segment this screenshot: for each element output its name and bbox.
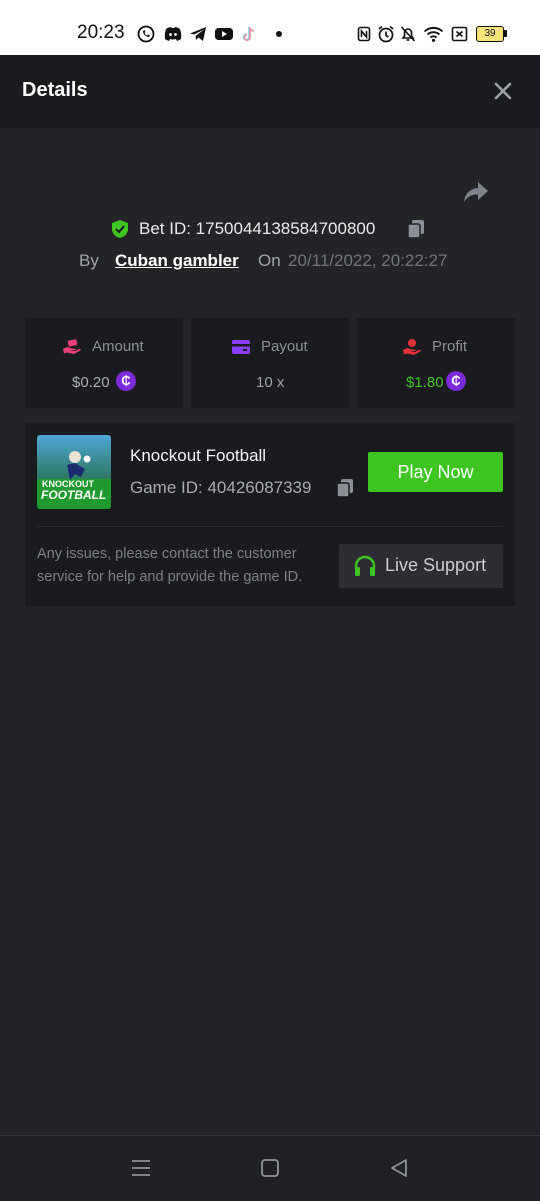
payout-value: 10 x [256, 374, 285, 391]
wifi-icon [423, 27, 444, 42]
telegram-icon [190, 27, 206, 41]
amount-value: $0.20 [72, 374, 110, 391]
details-header: Details [0, 55, 540, 128]
back-triangle-icon[interactable] [388, 1157, 410, 1179]
game-id: Game ID: 40426087339 [130, 478, 312, 497]
game-name: Knockout Football [130, 446, 267, 465]
close-icon[interactable] [490, 78, 516, 104]
status-time: 20:23 [77, 22, 125, 43]
page-title: Details [22, 79, 88, 101]
headphones-icon [354, 555, 376, 576]
status-bar: 20:23 39 [0, 0, 540, 55]
profit-value: $1.80 [406, 374, 444, 391]
by-label: By [79, 251, 99, 270]
dot-icon [276, 31, 282, 37]
battery-level: 39 [484, 28, 496, 39]
card-icon [232, 340, 250, 354]
amount-card: Amount $0.20 ₵ [25, 318, 183, 408]
tiktok-icon [242, 27, 255, 42]
game-thumbnail[interactable]: KNOCKOUT FOOTBALL [37, 435, 111, 509]
divider [37, 526, 503, 527]
coin-icon: ₵ [446, 371, 466, 391]
payout-label: Payout [261, 338, 308, 355]
nfc-icon [357, 26, 371, 42]
profit-card: Profit $1.80 ₵ [357, 318, 515, 408]
coin-symbol: ₵ [121, 373, 131, 388]
bell-off-icon [400, 26, 416, 42]
share-icon[interactable] [462, 180, 490, 204]
home-square-icon[interactable] [259, 1157, 281, 1179]
support-note: Any issues, please contact the customer … [37, 546, 303, 585]
live-support-button[interactable]: Live Support [339, 544, 503, 588]
discord-icon [164, 27, 182, 41]
money-hand-icon [63, 339, 81, 354]
battery-icon: 39 [476, 26, 504, 42]
copy-icon[interactable] [334, 477, 356, 499]
thumb-title-bottom: FOOTBALL [41, 488, 106, 502]
amount-label: Amount [92, 338, 144, 355]
live-support-label: Live Support [385, 555, 487, 575]
close-box-icon [451, 26, 468, 42]
username-link[interactable]: Cuban gambler [115, 251, 239, 271]
play-now-button[interactable]: Play Now [368, 452, 503, 492]
payout-card: Payout 10 x [191, 318, 349, 408]
details-content [0, 128, 540, 1135]
copy-icon[interactable] [405, 218, 427, 240]
game-thumbnail-art: KNOCKOUT FOOTBALL [37, 435, 111, 509]
on-label: On [258, 251, 281, 270]
coin-icon: ₵ [116, 371, 136, 391]
profit-label: Profit [432, 338, 468, 355]
menu-icon[interactable] [130, 1157, 152, 1179]
battery-tip [504, 30, 507, 37]
youtube-icon [215, 28, 233, 40]
bet-id: Bet ID: 1750044138584700800 [139, 219, 376, 238]
coin-symbol: ₵ [451, 373, 461, 388]
bet-date: 20/11/2022, 20:22:27 [288, 251, 448, 270]
profit-hand-icon [403, 339, 421, 355]
alarm-icon [378, 25, 394, 43]
shield-check-icon [112, 220, 128, 238]
whatsapp-icon [137, 25, 155, 43]
